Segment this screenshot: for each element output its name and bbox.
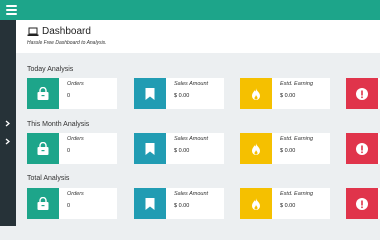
page-header: Dashboard Hassle Free Dashboard to Analy… — [16, 20, 380, 53]
card-label: Estd. Earning — [280, 191, 314, 197]
shopping-bag-icon — [27, 188, 59, 219]
top-bar — [0, 0, 380, 20]
page-subtitle: Hassle Free Dashboard to Analysis. — [27, 40, 107, 46]
card-label: Estd. Earning — [280, 136, 314, 142]
card-label: Sales Amount — [174, 136, 209, 142]
section-title-today: Today Analysis — [27, 66, 74, 73]
card-sales-amount[interactable]: Sales Amount $ 0.00 — [134, 188, 224, 219]
card-orders[interactable]: Orders 0 — [27, 78, 117, 109]
menu-icon[interactable] — [6, 4, 18, 16]
page-title: Dashboard — [42, 26, 91, 37]
card-orders[interactable]: Orders 0 — [27, 133, 117, 164]
section-title-total: Total Analysis — [27, 175, 70, 182]
shopping-bag-icon — [27, 133, 59, 164]
sidebar — [0, 20, 16, 226]
chevron-right-icon[interactable] — [5, 120, 12, 128]
card-orders[interactable]: Orders 0 — [27, 188, 117, 219]
card-estd-earning[interactable]: Estd. Earning $ 0.00 — [240, 78, 330, 109]
card-value: $ 0.00 — [174, 93, 190, 99]
card-label: Orders — [67, 136, 84, 142]
exclamation-icon — [346, 78, 378, 109]
card-value: $ 0.00 — [280, 148, 296, 154]
card-label: Orders — [67, 81, 84, 87]
card-alert[interactable] — [346, 188, 380, 219]
card-alert[interactable] — [346, 78, 380, 109]
card-label: Orders — [67, 191, 84, 197]
card-label: Sales Amount — [174, 81, 209, 87]
fire-icon — [240, 78, 272, 109]
card-value: $ 0.00 — [280, 93, 296, 99]
card-label: Estd. Earning — [280, 81, 314, 87]
fire-icon — [240, 133, 272, 164]
card-label: Sales Amount — [174, 191, 209, 197]
laptop-icon — [27, 27, 39, 36]
bookmark-icon — [134, 133, 166, 164]
card-estd-earning[interactable]: Estd. Earning $ 0.00 — [240, 188, 330, 219]
section-title-this-month: This Month Analysis — [27, 121, 90, 128]
fire-icon — [240, 188, 272, 219]
card-sales-amount[interactable]: Sales Amount $ 0.00 — [134, 78, 224, 109]
exclamation-icon — [346, 133, 378, 164]
card-value: $ 0.00 — [174, 203, 190, 209]
exclamation-icon — [346, 188, 378, 219]
card-value: 0 — [67, 93, 71, 99]
card-value: 0 — [67, 148, 71, 154]
bookmark-icon — [134, 78, 166, 109]
card-estd-earning[interactable]: Estd. Earning $ 0.00 — [240, 133, 330, 164]
card-value: $ 0.00 — [174, 148, 190, 154]
card-alert[interactable] — [346, 133, 380, 164]
chevron-right-icon[interactable] — [5, 138, 12, 146]
card-value: 0 — [67, 203, 71, 209]
bookmark-icon — [134, 188, 166, 219]
shopping-bag-icon — [27, 78, 59, 109]
card-sales-amount[interactable]: Sales Amount $ 0.00 — [134, 133, 224, 164]
card-value: $ 0.00 — [280, 203, 296, 209]
